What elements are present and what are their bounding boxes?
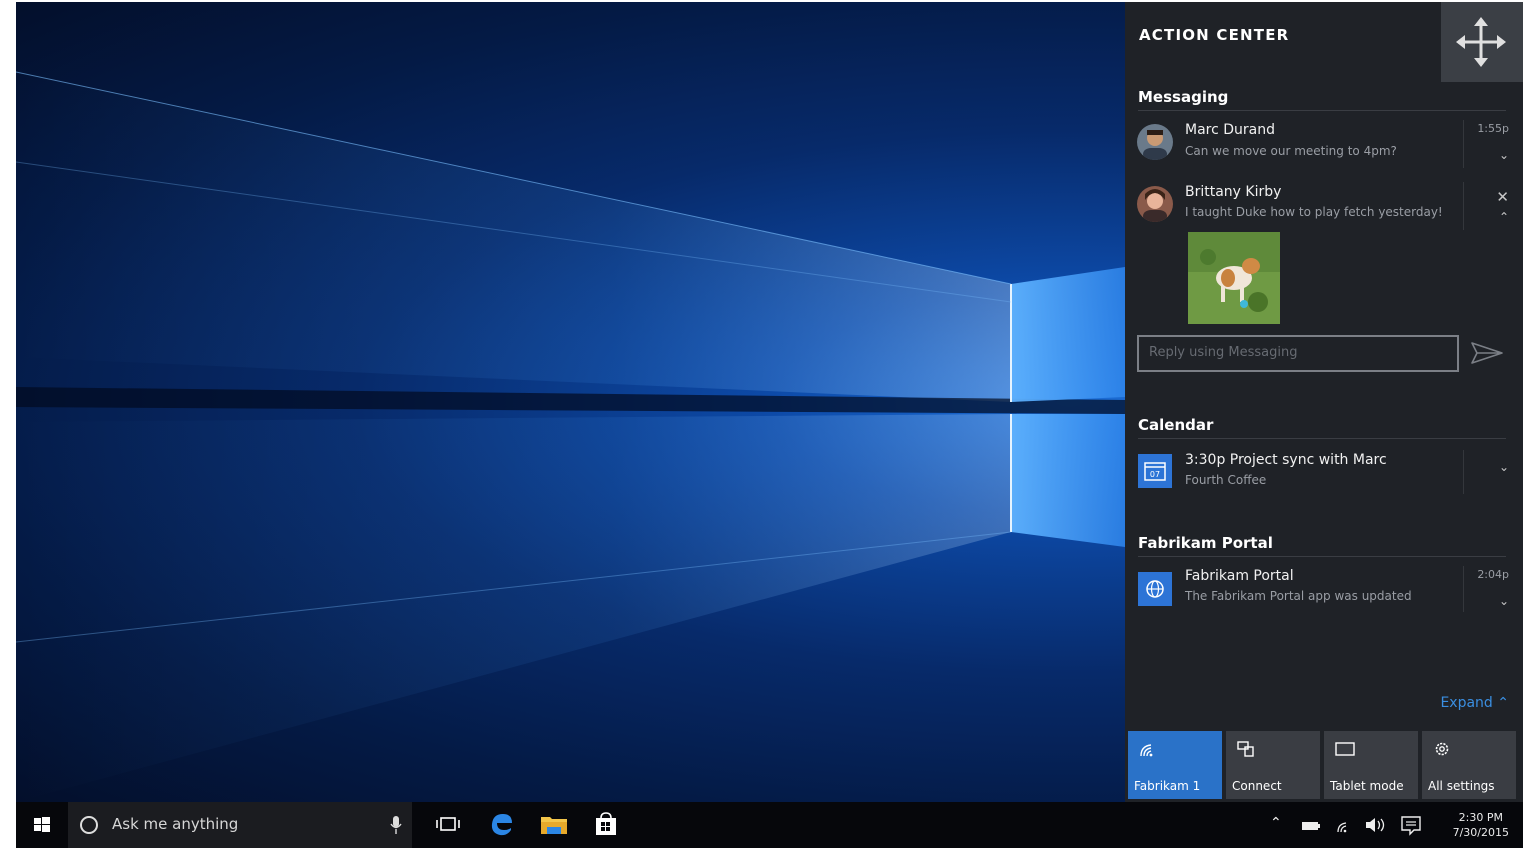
section-calendar: Calendar xyxy=(1138,416,1214,434)
clock-date: 7/30/2015 xyxy=(1452,826,1509,839)
wifi-icon xyxy=(1337,822,1347,833)
search-placeholder: Ask me anything xyxy=(112,815,239,833)
notification-time: 1:55p xyxy=(1477,122,1509,135)
network-button[interactable] xyxy=(1330,802,1356,848)
task-view-icon xyxy=(436,817,460,831)
notification-time: 2:04p xyxy=(1477,568,1509,581)
send-button[interactable] xyxy=(1469,339,1505,367)
action-center-button[interactable] xyxy=(1396,802,1426,848)
divider xyxy=(1138,110,1506,111)
connect-icon xyxy=(1237,741,1254,757)
volume-button[interactable] xyxy=(1360,802,1390,848)
task-view-button[interactable] xyxy=(426,802,470,848)
quick-action-connect[interactable]: Connect xyxy=(1226,731,1320,799)
gear-icon xyxy=(1435,742,1449,756)
windows-logo-light xyxy=(16,71,1125,802)
edge-button[interactable] xyxy=(480,802,524,848)
divider xyxy=(1463,450,1464,494)
notification-brittany-kirby[interactable]: Brittany Kirby I taught Duke how to play… xyxy=(1125,176,1523,326)
chevron-down-icon[interactable]: ⌄ xyxy=(1499,148,1509,162)
folder-icon xyxy=(541,817,567,834)
edge-icon xyxy=(491,814,512,836)
notification-body: The Fabrikam Portal app was updated xyxy=(1185,589,1412,603)
reply-input[interactable] xyxy=(1139,337,1459,367)
battery-button[interactable] xyxy=(1298,802,1324,848)
divider xyxy=(1138,438,1506,439)
send-icon xyxy=(1471,342,1503,364)
desktop-wallpaper xyxy=(16,2,1125,802)
avatar xyxy=(1137,186,1173,222)
store-button[interactable] xyxy=(584,802,628,848)
move-handle[interactable] xyxy=(1441,2,1523,82)
notification-marc-durand[interactable]: Marc Durand Can we move our meeting to 4… xyxy=(1125,114,1523,172)
expand-button[interactable]: Expand ⌃ xyxy=(1440,695,1509,711)
clock-time: 2:30 PM xyxy=(1458,811,1503,824)
calendar-icon: 07 xyxy=(1138,454,1172,488)
divider xyxy=(1463,566,1464,612)
section-fabrikam-portal: Fabrikam Portal xyxy=(1138,534,1273,552)
taskbar: Ask me anything ⌃ 2:30 PM 7/30/2015 xyxy=(16,802,1523,848)
reply-field[interactable] xyxy=(1137,335,1459,372)
chevron-up-icon[interactable]: ⌃ xyxy=(1499,210,1509,224)
clock[interactable]: 2:30 PM 7/30/2015 xyxy=(1453,810,1509,840)
battery-icon xyxy=(1302,822,1320,830)
quick-action-label: Tablet mode xyxy=(1330,779,1404,793)
start-button[interactable] xyxy=(16,802,68,848)
globe-icon xyxy=(1138,572,1172,606)
notification-body: I taught Duke how to play fetch yesterda… xyxy=(1185,205,1443,219)
speaker-icon xyxy=(1366,818,1385,832)
notification-body: Can we move our meeting to 4pm? xyxy=(1185,144,1397,158)
notification-icon xyxy=(1401,816,1421,836)
tablet-icon xyxy=(1335,742,1355,756)
quick-action-label: Fabrikam 1 xyxy=(1134,779,1201,793)
show-hidden-icons-button[interactable]: ⌃ xyxy=(1266,802,1286,848)
attached-photo[interactable] xyxy=(1188,232,1280,324)
notification-title: Marc Durand xyxy=(1185,122,1276,138)
file-explorer-button[interactable] xyxy=(532,802,576,848)
avatar xyxy=(1137,124,1173,160)
chevron-up-icon: ⌃ xyxy=(1270,815,1282,831)
store-icon xyxy=(596,812,616,835)
divider xyxy=(1463,182,1464,230)
quick-action-label: All settings xyxy=(1428,779,1495,793)
notification-fabrikam-portal[interactable]: Fabrikam Portal The Fabrikam Portal app … xyxy=(1125,560,1523,620)
close-icon[interactable]: ✕ xyxy=(1496,188,1509,206)
chevron-down-icon[interactable]: ⌄ xyxy=(1499,460,1509,474)
microphone-icon[interactable] xyxy=(390,815,402,835)
calendar-day: 07 xyxy=(1150,470,1160,479)
screen: ACTION CENTER Messaging Marc Durand Can … xyxy=(16,2,1523,848)
quick-action-fabrikam-1[interactable]: Fabrikam 1 xyxy=(1128,731,1222,799)
chevron-down-icon[interactable]: ⌄ xyxy=(1499,594,1509,608)
chevron-up-icon: ⌃ xyxy=(1497,695,1509,711)
notification-title: 3:30p Project sync with Marc xyxy=(1185,452,1387,468)
notification-calendar[interactable]: 07 3:30p Project sync with Marc Fourth C… xyxy=(1125,442,1523,502)
quick-action-all-settings[interactable]: All settings xyxy=(1422,731,1516,799)
divider xyxy=(1138,556,1506,557)
section-messaging: Messaging xyxy=(1138,88,1229,106)
action-center-title: ACTION CENTER xyxy=(1139,26,1290,44)
move-icon xyxy=(1456,17,1506,67)
action-center-panel: ACTION CENTER Messaging Marc Durand Can … xyxy=(1125,2,1523,802)
divider xyxy=(1463,120,1464,168)
quick-action-label: Connect xyxy=(1232,779,1282,793)
notification-body: Fourth Coffee xyxy=(1185,473,1267,487)
wifi-icon xyxy=(1140,744,1153,757)
cortana-icon xyxy=(80,816,98,834)
search-box[interactable]: Ask me anything xyxy=(68,802,412,848)
notification-title: Brittany Kirby xyxy=(1185,184,1282,200)
notification-title: Fabrikam Portal xyxy=(1185,568,1294,584)
windows-logo-icon xyxy=(34,817,50,832)
expand-label: Expand xyxy=(1440,695,1493,711)
quick-action-tablet-mode[interactable]: Tablet mode xyxy=(1324,731,1418,799)
